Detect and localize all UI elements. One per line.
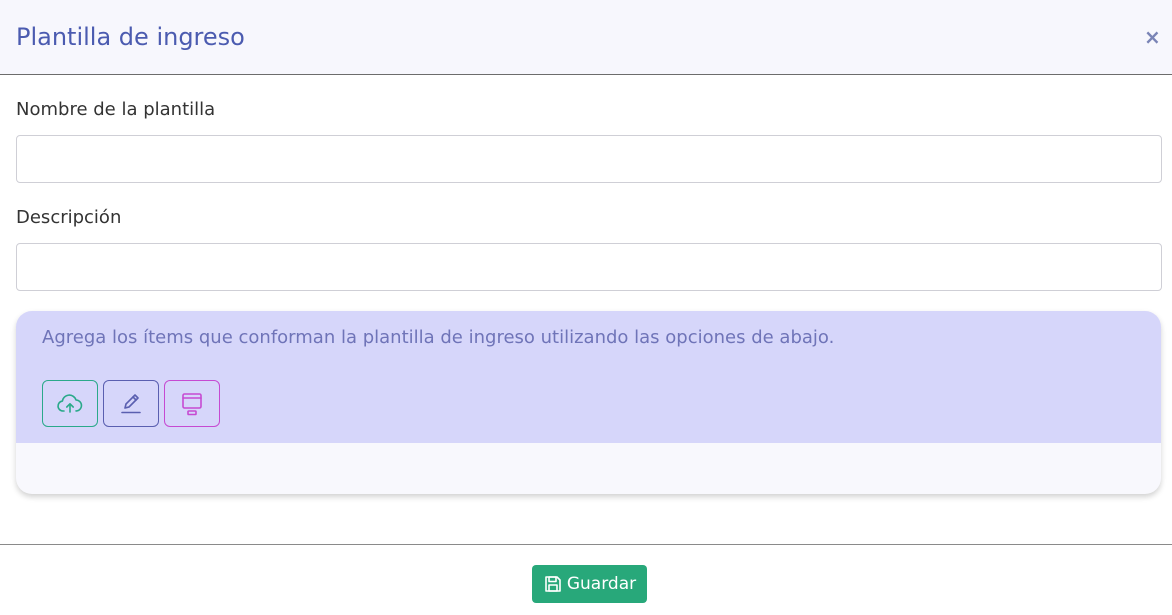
footer-divider — [0, 544, 1172, 545]
items-panel-header: Agrega los ítems que conforman la planti… — [16, 311, 1161, 443]
write-item-button[interactable] — [103, 380, 159, 427]
floppy-disk-icon — [543, 574, 563, 594]
modal-title: Plantilla de ingreso — [16, 23, 245, 51]
layout-item-button[interactable] — [164, 380, 220, 427]
template-modal: Plantilla de ingreso × Nombre de la plan… — [0, 0, 1172, 615]
items-hint-text: Agrega los ítems que conforman la planti… — [42, 327, 835, 348]
items-panel: Agrega los ítems que conforman la planti… — [16, 311, 1161, 494]
close-icon: × — [1144, 25, 1161, 49]
layout-icon — [180, 391, 204, 417]
template-name-label: Nombre de la plantilla — [16, 99, 216, 120]
description-label: Descripción — [16, 207, 122, 228]
save-button[interactable]: Guardar — [532, 565, 647, 603]
close-button[interactable]: × — [1144, 25, 1161, 49]
upload-item-button[interactable] — [42, 380, 98, 427]
modal-header: Plantilla de ingreso × — [0, 0, 1172, 75]
cloud-upload-icon — [57, 393, 83, 415]
template-name-input[interactable] — [16, 135, 1162, 183]
save-button-label: Guardar — [566, 574, 637, 594]
description-input[interactable] — [16, 243, 1162, 291]
pen-icon — [118, 392, 144, 416]
